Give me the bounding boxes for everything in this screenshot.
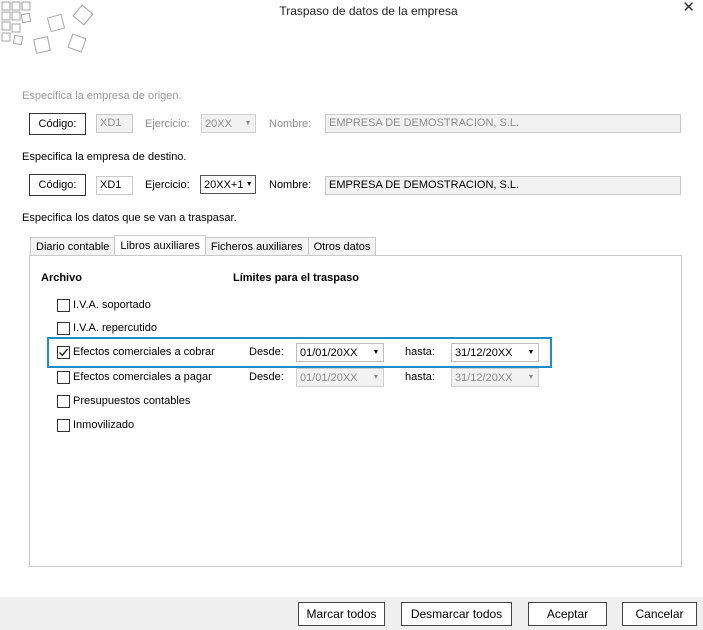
cancel-button[interactable]: Cancelar xyxy=(622,602,697,626)
accept-button[interactable]: Aceptar xyxy=(528,602,607,626)
desde-value: 01/01/20XX xyxy=(300,371,358,384)
origin-code-field[interactable]: XD1 xyxy=(96,114,133,133)
hasta-label: hasta: xyxy=(405,346,435,358)
checkbox-presupuestos[interactable] xyxy=(57,394,70,408)
row-label: Efectos comerciales a pagar xyxy=(73,371,212,383)
desde-label: Desde: xyxy=(249,371,284,383)
chevron-down-icon: ▼ xyxy=(372,374,380,381)
destination-heading: Especifica la empresa de destino. xyxy=(22,151,187,163)
hasta-date-picker[interactable]: 31/12/20XX ▼ xyxy=(451,368,539,387)
checkbox-efectos-cobrar[interactable] xyxy=(57,345,70,359)
list-item: Presupuestos contables xyxy=(57,393,190,409)
desde-label: Desde: xyxy=(249,346,284,358)
hasta-date-picker[interactable]: 31/12/20XX ▼ xyxy=(451,343,539,362)
window-title: Traspaso de datos de la empresa xyxy=(279,4,458,18)
chevron-down-icon: ▼ xyxy=(245,181,253,188)
tab-strip: Diario contable Libros auxiliares Ficher… xyxy=(30,235,377,256)
tab-otros-datos[interactable]: Otros datos xyxy=(307,237,377,256)
transfer-dialog: Traspaso de datos de la empresa ✕ Especi… xyxy=(0,0,703,630)
desde-date-picker[interactable]: 01/01/20XX ▼ xyxy=(296,368,384,387)
list-item: Inmovilizado xyxy=(57,417,134,433)
row-label: Inmovilizado xyxy=(73,419,135,431)
destination-nombre-label: Nombre: xyxy=(269,179,312,191)
destination-code-field[interactable]: XD1 xyxy=(96,176,133,195)
checkbox-iva-repercutido[interactable] xyxy=(57,321,70,335)
hasta-label: hasta: xyxy=(405,371,435,383)
row-label: I.V.A. repercutido xyxy=(73,322,157,334)
mark-all-button[interactable]: Marcar todos xyxy=(298,602,385,626)
origin-nombre-field[interactable]: EMPRESA DE DEMOSTRACION, S.L. xyxy=(325,114,681,133)
destination-ejercicio-value: 20XX+1 xyxy=(204,178,244,191)
row-label: I.V.A. soportado xyxy=(73,299,151,311)
chevron-down-icon: ▼ xyxy=(527,374,535,381)
limites-header: Límites para el traspaso xyxy=(233,272,359,284)
origin-ejercicio-value: 20XX xyxy=(205,117,232,130)
tab-diario-contable[interactable]: Diario contable xyxy=(30,237,116,256)
desde-date-picker[interactable]: 01/01/20XX ▼ xyxy=(296,343,384,362)
close-icon[interactable]: ✕ xyxy=(682,0,695,16)
desde-value: 01/01/20XX xyxy=(300,346,358,359)
tab-ficheros-auxiliares[interactable]: Ficheros auxiliares xyxy=(204,237,309,256)
list-item: I.V.A. repercutido xyxy=(57,320,157,336)
chevron-down-icon: ▼ xyxy=(244,120,252,127)
tab-libros-auxiliares[interactable]: Libros auxiliares xyxy=(114,235,206,255)
unmark-all-button[interactable]: Desmarcar todos xyxy=(401,602,512,626)
origin-ejercicio-label: Ejercicio: xyxy=(145,118,190,130)
checkmark-icon xyxy=(59,348,69,356)
hasta-value: 31/12/20XX xyxy=(455,371,513,384)
list-item: Efectos comerciales a pagar xyxy=(57,369,212,385)
destination-ejercicio-label: Ejercicio: xyxy=(145,179,190,191)
destination-nombre-field[interactable]: EMPRESA DE DEMOSTRACION, S.L. xyxy=(325,176,681,195)
data-heading: Especifica los datos que se van a traspa… xyxy=(22,212,237,224)
hasta-value: 31/12/20XX xyxy=(455,346,513,359)
origin-heading: Especifica la empresa de origen. xyxy=(22,90,182,102)
chevron-down-icon: ▼ xyxy=(527,349,535,356)
origin-ejercicio-select[interactable]: 20XX ▼ xyxy=(201,114,256,133)
row-label: Presupuestos contables xyxy=(73,395,191,407)
chevron-down-icon: ▼ xyxy=(372,349,380,356)
destination-code-button[interactable]: Código: xyxy=(29,174,86,196)
destination-ejercicio-select[interactable]: 20XX+1 ▼ xyxy=(200,175,256,194)
checkbox-inmovilizado[interactable] xyxy=(57,418,70,432)
checkbox-efectos-pagar[interactable] xyxy=(57,370,70,384)
list-item: Efectos comerciales a cobrar xyxy=(57,344,215,360)
list-item: I.V.A. soportado xyxy=(57,297,151,313)
archivo-header: Archivo xyxy=(41,272,82,284)
row-label: Efectos comerciales a cobrar xyxy=(73,346,215,358)
checkbox-iva-soportado[interactable] xyxy=(57,298,70,312)
origin-nombre-label: Nombre: xyxy=(269,118,312,130)
origin-code-button[interactable]: Código: xyxy=(29,113,86,135)
